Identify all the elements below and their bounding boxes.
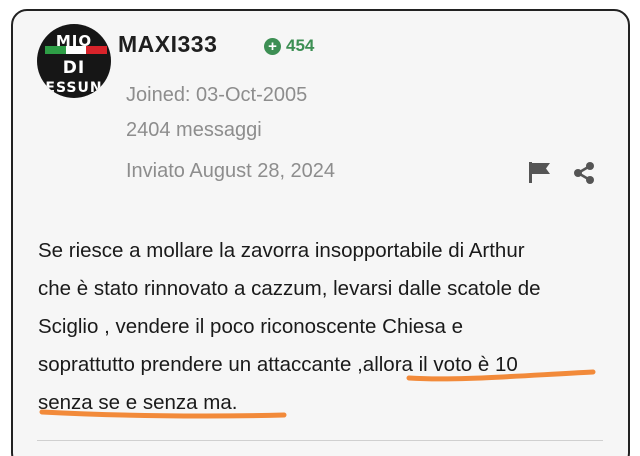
share-icon[interactable] <box>571 161 597 185</box>
post-count: 2404 messaggi <box>126 119 262 141</box>
reputation-badge: + 454 <box>264 36 314 56</box>
reputation-count: 454 <box>286 36 315 55</box>
divider <box>37 440 603 441</box>
post-body-line: soprattutto prendere un attaccante ,allo… <box>38 353 518 376</box>
post-date[interactable]: Inviato August 28, 2024 <box>126 160 335 183</box>
post-body-line: senza se e senza ma. <box>38 391 238 414</box>
post-body-line: che è stato rinnovato a cazzum, levarsi … <box>38 277 541 300</box>
post-body-line: Se riesce a mollare la zavorra insopport… <box>38 239 525 262</box>
post-body: Se riesce a mollare la zavorra insopport… <box>38 232 618 422</box>
post-body-line: Sciglio , vendere il poco riconoscente C… <box>38 315 464 338</box>
avatar-flag-stripes <box>45 46 108 54</box>
avatar[interactable]: MIO DI ESSUN <box>37 24 111 98</box>
username[interactable]: MAXI333 <box>118 31 217 58</box>
avatar-text-line-2: DI <box>62 58 86 78</box>
flag-icon[interactable] <box>527 160 553 184</box>
joined-date: Joined: 03-Oct-2005 <box>126 84 308 106</box>
plus-circle-icon: + <box>264 37 281 55</box>
avatar-text-line-3: ESSUN <box>45 80 103 96</box>
